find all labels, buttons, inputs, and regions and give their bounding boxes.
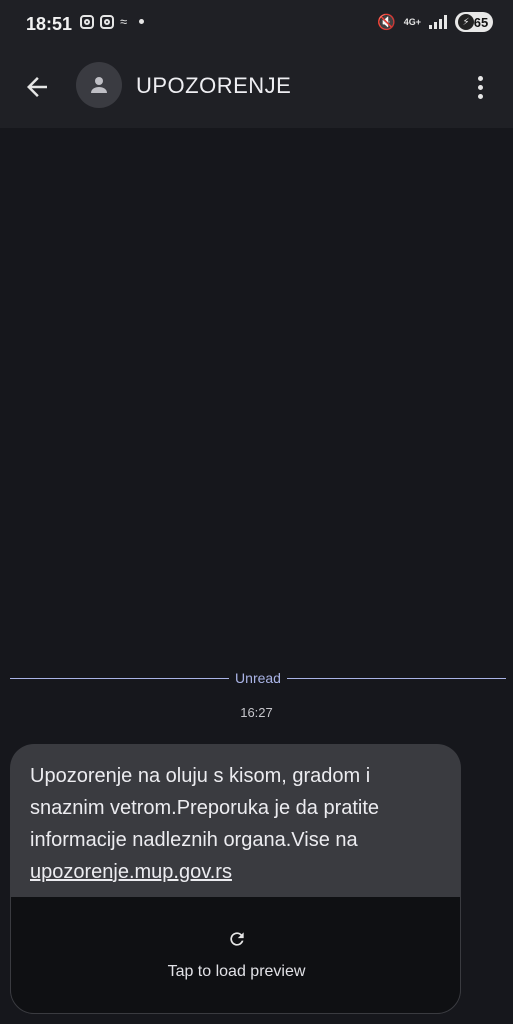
battery-icon: ⚡ 65 xyxy=(455,12,493,32)
load-preview-label: Tap to load preview xyxy=(167,963,306,980)
instagram-icon xyxy=(100,14,114,29)
conversation-title[interactable]: UPOZORENJE xyxy=(136,73,291,99)
message-timestamp: 16:27 xyxy=(240,705,273,720)
contact-avatar[interactable] xyxy=(76,62,122,108)
divider-line xyxy=(10,677,230,679)
message-bubble[interactable]: Upozorenje na oluju s kisom, gradom i sn… xyxy=(10,744,461,1014)
unread-label: Unread xyxy=(235,670,281,686)
more-options-icon[interactable] xyxy=(471,72,489,102)
message-body: Upozorenje na oluju s kisom, gradom i sn… xyxy=(10,744,461,896)
scribble-icon: ≈ xyxy=(120,14,128,29)
message-text: Upozorenje na oluju s kisom, gradom i sn… xyxy=(30,765,380,851)
battery-level: 65 xyxy=(473,14,489,30)
more-notifications-dot-icon xyxy=(139,19,145,24)
back-arrow-icon[interactable] xyxy=(22,72,52,102)
signal-icon xyxy=(429,15,447,29)
divider-line xyxy=(286,677,507,679)
notification-icons: ≈ xyxy=(80,14,145,29)
system-icons: 🔇 4G+ ⚡ 65 xyxy=(377,12,493,32)
status-bar: 18:51 ≈ 🔇 4G+ ⚡ 65 xyxy=(0,0,513,48)
message-link[interactable]: upozorenje.mup.gov.rs xyxy=(30,861,232,883)
link-preview[interactable]: Tap to load preview xyxy=(10,896,461,1014)
conversation-header: UPOZORENJE xyxy=(0,48,513,128)
mute-icon: 🔇 xyxy=(377,14,396,31)
charging-icon: ⚡ xyxy=(458,14,474,30)
status-time: 18:51 xyxy=(26,14,73,34)
refresh-icon xyxy=(230,932,244,946)
instagram-icon xyxy=(80,14,94,29)
person-icon xyxy=(91,77,107,93)
unread-divider: Unread xyxy=(10,668,507,688)
network-type-label: 4G+ xyxy=(403,16,421,27)
